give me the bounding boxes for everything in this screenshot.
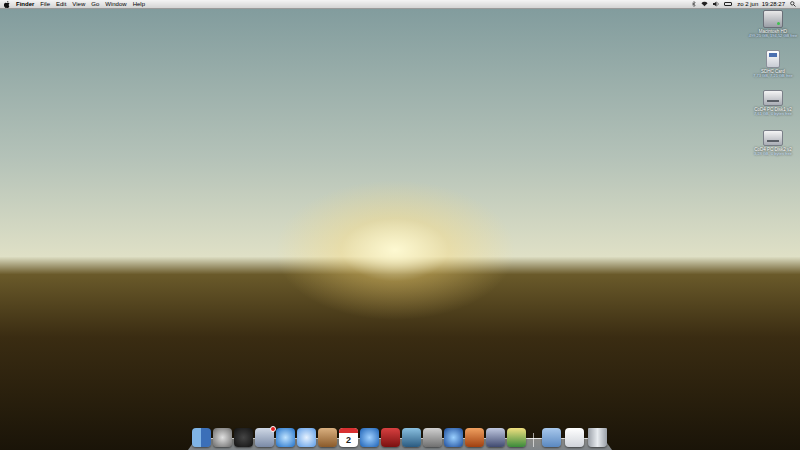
desktop-icon[interactable]: Macintosh HD499,25 GB, 194,52 GB free <box>748 10 798 42</box>
app-icon[interactable] <box>276 428 295 447</box>
apple-logo-icon[interactable] <box>4 1 10 8</box>
dock-item[interactable] <box>360 428 379 447</box>
menu-item[interactable]: Edit <box>56 1 66 7</box>
app-icon[interactable] <box>318 428 337 447</box>
dock-item[interactable] <box>276 428 295 447</box>
dock-item[interactable] <box>444 428 463 447</box>
desktop-icon[interactable]: SDHC Card7,73 GB, 7,21 GB free <box>748 50 798 82</box>
app-icon[interactable] <box>360 428 379 447</box>
app-icon[interactable] <box>507 428 526 447</box>
app-icon[interactable] <box>234 428 253 447</box>
sd-card-icon <box>766 50 780 68</box>
app-icon[interactable] <box>297 428 316 447</box>
dock-item[interactable] <box>402 428 421 447</box>
desktop: Finder File Edit View Go Window Help zo 2 jun 1… <box>0 0 800 450</box>
dock-item[interactable] <box>381 428 400 447</box>
wifi-icon[interactable] <box>701 1 708 7</box>
app-icon[interactable] <box>213 428 232 447</box>
menu-bar: Finder File Edit View Go Window Help zo 2 jun 1… <box>0 0 800 9</box>
desktop-icon[interactable]: CoD4 PC Disk1 v27,61 GB, 0 bytes free <box>748 90 798 122</box>
folder-icon[interactable] <box>542 428 561 447</box>
dock-item[interactable] <box>486 428 505 447</box>
menu-app-name[interactable]: Finder <box>16 1 34 7</box>
dock-item[interactable] <box>542 428 561 447</box>
dock-item[interactable] <box>255 428 274 447</box>
menu-item[interactable]: Window <box>105 1 126 7</box>
dock-item[interactable] <box>507 428 526 447</box>
dock-item[interactable] <box>318 428 337 447</box>
document-stack-icon[interactable] <box>565 428 584 447</box>
disc-image-icon <box>763 130 783 146</box>
desktop-icons: Macintosh HD499,25 GB, 194,52 GB free SDH… <box>748 10 798 162</box>
app-icon[interactable] <box>465 428 484 447</box>
trash-icon[interactable] <box>588 428 607 447</box>
dock-item[interactable] <box>588 428 607 447</box>
app-icon[interactable] <box>192 428 211 447</box>
hard-disk-icon <box>763 10 783 28</box>
dock: 2 <box>188 420 612 450</box>
desktop-icon-info: 3,28 GB, 0 bytes free <box>754 152 792 157</box>
menu-item[interactable]: View <box>72 1 85 7</box>
app-icon[interactable] <box>444 428 463 447</box>
desktop-icon-info: 499,25 GB, 194,52 GB free <box>749 34 797 39</box>
dock-item[interactable] <box>192 428 211 447</box>
desktop-icon-info: 7,61 GB, 0 bytes free <box>754 112 792 117</box>
app-icon[interactable] <box>381 428 400 447</box>
dock-item[interactable] <box>234 428 253 447</box>
menu-clock[interactable]: zo 2 jun 19:28:27 <box>737 1 785 7</box>
menu-item[interactable]: Help <box>133 1 145 7</box>
battery-icon[interactable] <box>724 2 732 6</box>
dock-item[interactable]: 2 <box>339 428 358 447</box>
app-icon[interactable] <box>486 428 505 447</box>
desktop-icon-info: 7,73 GB, 7,21 GB free <box>753 74 793 79</box>
spotlight-icon[interactable] <box>790 1 796 7</box>
dock-item[interactable] <box>297 428 316 447</box>
dock-separator <box>533 433 534 447</box>
dock-item[interactable] <box>465 428 484 447</box>
dock-item[interactable] <box>423 428 442 447</box>
app-icon[interactable] <box>402 428 421 447</box>
volume-icon[interactable] <box>713 1 719 7</box>
dock-item[interactable] <box>565 428 584 447</box>
menu-item[interactable]: File <box>40 1 50 7</box>
bluetooth-icon[interactable] <box>692 1 696 7</box>
menu-item[interactable]: Go <box>91 1 99 7</box>
wallpaper-sun-glow <box>0 0 800 450</box>
disc-image-icon <box>763 90 783 106</box>
desktop-icon[interactable]: CoD4 PC Disk2 v23,28 GB, 0 bytes free <box>748 130 798 162</box>
calendar-icon[interactable]: 2 <box>339 428 358 447</box>
dock-item[interactable] <box>213 428 232 447</box>
app-icon[interactable] <box>423 428 442 447</box>
